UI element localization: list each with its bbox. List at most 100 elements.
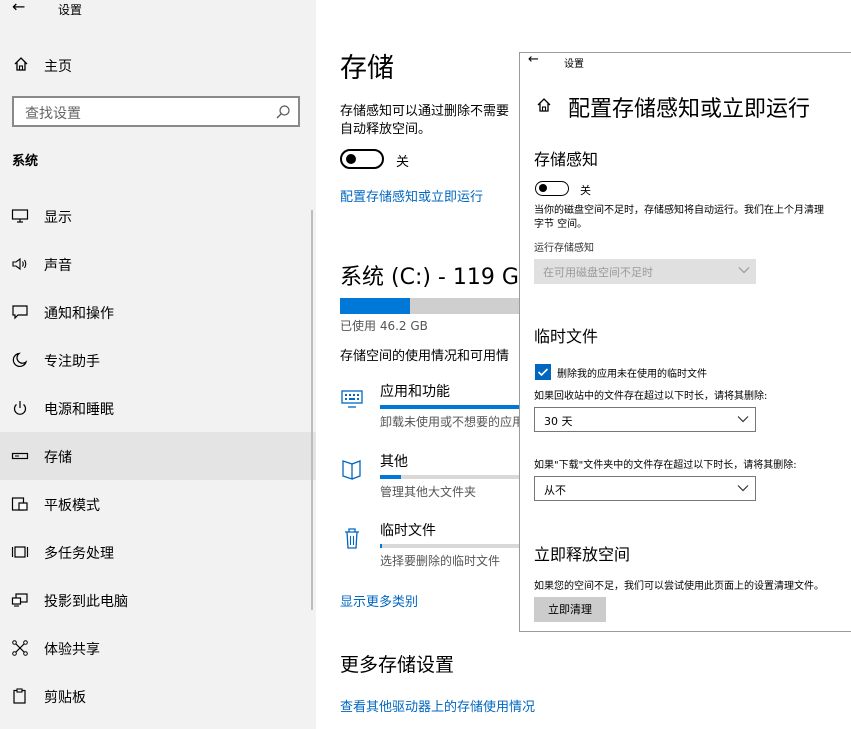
trash-icon [345, 528, 359, 549]
storage-sense-description: 存储感知可以通过删除不需要 自动释放空间。 [340, 103, 540, 139]
sidebar-item-display[interactable]: 显示 [0, 192, 316, 240]
clean-now-button[interactable]: 立即清理 [534, 597, 606, 622]
other-drives-link[interactable]: 查看其他驱动器上的存储使用情况 [340, 696, 535, 715]
category-other[interactable]: 其他 管理其他大文件夹 [340, 451, 540, 501]
display-icon [11, 209, 29, 223]
sidebar-item-label: 显示 [44, 210, 72, 226]
description-line: 字节 空间。 [534, 219, 588, 230]
sidebar-item-label: 专注助手 [44, 354, 100, 370]
run-storage-sense-select[interactable]: 在可用磁盘空间不足时 [534, 259, 756, 284]
back-arrow-icon[interactable]: ← [528, 53, 539, 67]
category-usage-fill [380, 405, 524, 409]
search-input[interactable]: 查找设置 [12, 96, 300, 127]
apps-features-icon [341, 390, 363, 408]
sidebar-item-power[interactable]: 电源和睡眠 [0, 384, 316, 432]
window-page-title: 配置存储感知或立即运行 [568, 97, 811, 122]
used-space-text: 已使用 46.2 GB [340, 319, 428, 333]
sidebar-item-home[interactable]: 主页 [0, 50, 316, 80]
drive-usage-fill [340, 298, 411, 314]
temp-files-heading: 临时文件 [534, 327, 599, 346]
sidebar-item-projecting[interactable]: 投影到此电脑 [0, 576, 316, 624]
category-usage-bar [380, 475, 540, 479]
category-subtitle: 卸载未使用或不想要的应用 [380, 415, 525, 429]
category-apps-features[interactable]: 应用和功能 卸载未使用或不想要的应用 [340, 381, 540, 431]
description-line: 存储感知可以通过删除不需要 [340, 104, 510, 119]
sidebar-item-label: 体验共享 [44, 642, 100, 658]
sidebar-title-bar: ← 设置 [0, 0, 316, 20]
description-line: 当你的磁盘空间不足时，存储感知将自动运行。我们在上个月清理 [534, 205, 824, 216]
settings-sidebar: ← 设置 主页 查找设置 系统 显示 声音 通知和操作 专注助手 电源和睡眠 存… [0, 0, 316, 729]
configure-storage-sense-link[interactable]: 配置存储感知或立即运行 [340, 186, 483, 205]
downloads-label: 如果"下载"文件夹中的文件存在超过以下时长，请将其删除: [534, 460, 797, 471]
home-label: 主页 [44, 59, 72, 75]
storage-sense-toggle[interactable] [535, 181, 569, 196]
window-app-title: 设置 [564, 59, 584, 70]
configure-storage-sense-window: ← 设置 配置存储感知或立即运行 存储感知 关 当你的磁盘空间不足时，存储感知将… [519, 52, 851, 632]
select-value: 从不 [544, 484, 566, 497]
sidebar-item-storage[interactable]: 存储 [0, 432, 316, 480]
sidebar-item-label: 存储 [44, 450, 72, 466]
back-arrow-icon[interactable]: ← [12, 0, 25, 16]
home-icon [537, 98, 551, 112]
chevron-down-icon [738, 267, 750, 274]
select-value: 在可用磁盘空间不足时 [543, 266, 653, 279]
category-name: 其他 [380, 454, 408, 470]
recycle-bin-select[interactable]: 30 天 [534, 407, 756, 432]
other-folder-icon [342, 460, 361, 480]
storage-sense-heading: 存储感知 [534, 150, 599, 169]
more-storage-settings-title: 更多存储设置 [340, 654, 455, 676]
sidebar-item-label: 通知和操作 [44, 306, 114, 322]
clipboard-icon [13, 688, 26, 704]
sidebar-item-label: 剪贴板 [44, 690, 86, 706]
delete-temp-files-label: 删除我的应用未在使用的临时文件 [557, 369, 707, 380]
sidebar-item-focus-assist[interactable]: 专注助手 [0, 336, 316, 384]
sidebar-item-tablet-mode[interactable]: 平板模式 [0, 480, 316, 528]
delete-temp-files-checkbox[interactable] [535, 364, 551, 380]
focus-assist-icon [12, 352, 28, 368]
downloads-select[interactable]: 从不 [534, 476, 756, 501]
storage-sense-description: 当你的磁盘空间不足时，存储感知将自动运行。我们在上个月清理 字节 空间。 [534, 204, 851, 232]
sidebar-item-notifications[interactable]: 通知和操作 [0, 288, 316, 336]
tablet-mode-icon [11, 497, 28, 511]
app-title: 设置 [58, 3, 83, 17]
projecting-icon [11, 593, 28, 607]
recycle-bin-label: 如果回收站中的文件存在超过以下时长，请将其删除: [534, 391, 768, 402]
sidebar-item-label: 多任务处理 [44, 546, 114, 562]
category-temp-files[interactable]: 临时文件 选择要删除的临时文件 [340, 520, 540, 570]
page-title: 存储 [340, 53, 394, 84]
show-more-categories-link[interactable]: 显示更多类别 [340, 591, 418, 610]
category-subtitle: 管理其他大文件夹 [380, 485, 477, 499]
sound-icon [12, 257, 27, 271]
category-usage-bar [380, 405, 540, 409]
sidebar-nav: 显示 声音 通知和操作 专注助手 电源和睡眠 存储 平板模式 多任务处理 投影到… [0, 192, 316, 720]
sidebar-item-label: 平板模式 [44, 498, 100, 514]
run-storage-sense-label: 运行存储感知 [534, 243, 594, 254]
sidebar-scrollbar[interactable] [311, 210, 313, 610]
shared-experiences-icon [12, 640, 28, 656]
sidebar-item-multitasking[interactable]: 多任务处理 [0, 528, 316, 576]
toggle-knob [346, 154, 356, 164]
home-icon [14, 57, 28, 71]
toggle-state-label: 关 [396, 155, 410, 170]
toggle-state-label: 关 [580, 184, 591, 197]
sidebar-item-sound[interactable]: 声音 [0, 240, 316, 288]
checkmark-icon [537, 368, 549, 377]
category-usage-bar [380, 544, 540, 548]
sidebar-item-shared-experiences[interactable]: 体验共享 [0, 624, 316, 672]
free-space-description: 如果您的空间不足，我们可以尝试使用此页面上的设置清理文件。 [534, 581, 824, 592]
chevron-down-icon [737, 485, 749, 492]
free-space-heading: 立即释放空间 [534, 545, 631, 564]
toggle-knob [539, 184, 547, 192]
drive-usage-bar [340, 298, 520, 314]
select-value: 30 天 [544, 415, 573, 428]
usage-description: 存储空间的使用情况和可用情 [340, 349, 510, 364]
search-icon[interactable] [275, 104, 291, 120]
description-line: 自动释放空间。 [340, 122, 432, 137]
sidebar-item-clipboard[interactable]: 剪贴板 [0, 672, 316, 720]
storage-sense-toggle[interactable] [340, 149, 384, 169]
category-name: 临时文件 [380, 523, 436, 539]
multitasking-icon [11, 546, 29, 558]
chevron-down-icon [737, 416, 749, 423]
category-usage-fill [380, 544, 382, 548]
sidebar-item-label: 投影到此电脑 [44, 594, 128, 610]
